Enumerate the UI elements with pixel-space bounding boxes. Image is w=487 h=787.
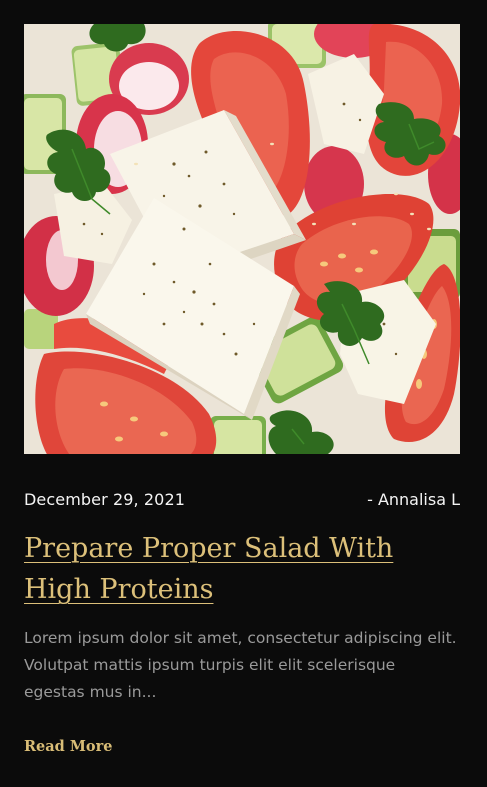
post-title-link[interactable]: Prepare Proper Salad With High Proteins [24, 528, 464, 610]
post-author: - Annalisa L [367, 490, 460, 509]
read-more-link[interactable]: Read More [24, 737, 112, 757]
post-excerpt: Lorem ipsum dolor sit amet, consectetur … [24, 629, 457, 701]
post-date: December 29, 2021 [24, 490, 186, 509]
salad-image [24, 24, 460, 454]
post-featured-image[interactable] [24, 24, 460, 454]
post-meta: December 29, 2021 - Annalisa L [24, 489, 460, 511]
blog-post-card: December 29, 2021 - Annalisa L Prepare P… [0, 0, 487, 787]
